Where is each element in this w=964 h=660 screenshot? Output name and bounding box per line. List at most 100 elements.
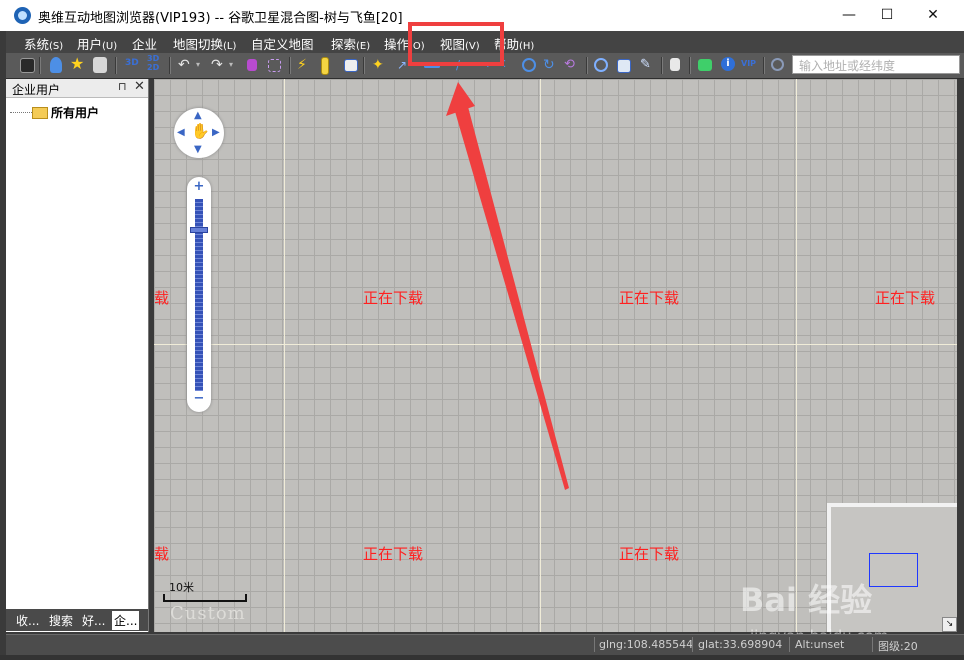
- search-icon[interactable]: [771, 58, 784, 71]
- tile-loading-text: 正在下载: [619, 545, 680, 563]
- hand-icon: ✋: [191, 122, 210, 140]
- tile-boundary: [154, 344, 957, 345]
- panel-tab-strip: 收... 搜索 好... 企...: [6, 609, 148, 631]
- window-title: 奥维互动地图浏览器(VIP193) -- 谷歌卫星混合图-树与飞鱼[20]: [38, 11, 403, 26]
- redo-dropdown-icon[interactable]: ▾: [229, 57, 237, 73]
- menu-enterprise[interactable]: 企业: [132, 34, 157, 53]
- delete-icon[interactable]: [247, 59, 257, 71]
- status-bar: glng:108.485544 glat:33.698904 Alt:unset…: [6, 634, 964, 655]
- tree-item-all-users[interactable]: 所有用户: [10, 104, 99, 121]
- magic-wand-icon[interactable]: ⚡: [297, 57, 313, 73]
- save-icon[interactable]: [20, 58, 35, 73]
- enterprise-users-panel: 企业用户 ⊓ ✕ 所有用户 收... 搜索 好... 企...: [6, 79, 149, 632]
- draw-circle-icon[interactable]: [522, 58, 536, 72]
- zoom-slider-thumb[interactable]: [190, 226, 208, 233]
- status-longitude: glng:108.485544: [599, 638, 694, 651]
- binoculars-icon[interactable]: [93, 57, 107, 73]
- status-altitude: Alt:unset: [795, 638, 845, 651]
- status-divider: [872, 637, 873, 652]
- tile-boundary: [540, 79, 541, 632]
- pin-icon[interactable]: ⊓: [118, 80, 127, 93]
- globe-icon[interactable]: [594, 58, 608, 72]
- tab-friends[interactable]: 好...: [82, 612, 105, 629]
- maximize-button[interactable]: ☐: [864, 0, 910, 31]
- add-marker-icon[interactable]: ✦: [372, 57, 388, 73]
- screen-icon[interactable]: [344, 59, 358, 72]
- pan-up-icon[interactable]: ▲: [194, 110, 202, 121]
- tab-enterprise[interactable]: 企...: [112, 611, 140, 630]
- scale-bar: [163, 594, 247, 602]
- ruler-icon[interactable]: [321, 57, 329, 75]
- zoom-control: + −: [187, 177, 211, 412]
- pan-left-icon[interactable]: ◀: [177, 127, 185, 138]
- panel-close-icon[interactable]: ✕: [134, 79, 145, 94]
- status-zoom-level: 图级:20: [878, 640, 918, 653]
- panel-header: 企业用户 ⊓ ✕: [6, 79, 148, 98]
- map-canvas[interactable]: 载 正在下载 正在下载 正在下载 载 正在下载 正在下载 ▲ ▼ ◀ ▶ ✋ +…: [154, 79, 957, 632]
- user-icon[interactable]: [50, 57, 62, 73]
- undo-icon[interactable]: ↶: [178, 57, 194, 73]
- toolbar-separator: [763, 57, 765, 74]
- undo-dropdown-icon[interactable]: ▾: [196, 57, 204, 73]
- draw-grid-icon[interactable]: ⁚: [503, 57, 519, 73]
- menu-explore[interactable]: 探索(E): [331, 34, 370, 53]
- toolbar-separator: [169, 57, 171, 74]
- toolbar-separator: [39, 57, 41, 74]
- 3d-view-button[interactable]: 3D: [125, 58, 139, 68]
- document-icon[interactable]: [670, 58, 680, 71]
- address-search-input[interactable]: [797, 57, 961, 74]
- info-icon[interactable]: i: [721, 57, 735, 71]
- toolbar-separator: [689, 57, 691, 74]
- panel-title: 企业用户: [12, 83, 61, 97]
- tree-connector: [10, 112, 32, 113]
- zoom-in-button[interactable]: +: [187, 179, 211, 194]
- pan-right-icon[interactable]: ▶: [212, 127, 220, 138]
- map-image-icon[interactable]: [617, 59, 631, 73]
- tile-boundary: [284, 79, 285, 632]
- tab-search[interactable]: 搜索: [49, 612, 73, 629]
- map-type-label: Custom: [170, 603, 246, 624]
- status-latitude: glat:33.698904: [698, 638, 783, 651]
- layers-icon[interactable]: [698, 59, 712, 71]
- status-divider: [594, 637, 595, 652]
- pan-down-icon[interactable]: ▼: [194, 144, 202, 155]
- vip-button[interactable]: VIP: [741, 59, 756, 68]
- pan-control[interactable]: ▲ ▼ ◀ ▶ ✋: [174, 108, 224, 158]
- status-divider: [692, 637, 693, 652]
- tile-loading-text: 正在下载: [363, 545, 424, 563]
- 3d-2d-toggle-button[interactable]: 3D 2D: [147, 54, 159, 72]
- tab-favorites[interactable]: 收...: [16, 612, 39, 629]
- rotate-icon[interactable]: ↻: [543, 57, 559, 73]
- menu-map-switch[interactable]: 地图切换(L): [173, 34, 236, 53]
- toolbar-separator: [115, 57, 117, 74]
- scale-label: 10米: [169, 581, 194, 594]
- favorite-star-icon[interactable]: ★: [70, 56, 86, 72]
- toolbar-separator: [586, 57, 588, 74]
- window-bottom-border: [0, 655, 964, 660]
- close-window-button[interactable]: ✕: [910, 0, 956, 31]
- highlight-box: [408, 22, 504, 66]
- lasso-icon[interactable]: ⟲: [564, 57, 580, 73]
- status-divider: [789, 637, 790, 652]
- menu-custom-map[interactable]: 自定义地图: [251, 34, 314, 53]
- tile-loading-text: 正在下载: [875, 289, 936, 307]
- tree-item-label: 所有用户: [51, 106, 100, 120]
- folder-icon: [32, 106, 48, 119]
- tile-loading-text: 载: [154, 545, 170, 563]
- menu-user[interactable]: 用户(U): [77, 34, 117, 53]
- watermark-brand: Bai 经验: [740, 581, 873, 619]
- redo-icon[interactable]: ↷: [211, 57, 227, 73]
- tile-loading-text: 载: [154, 289, 170, 307]
- tile-loading-text: 正在下载: [363, 289, 424, 307]
- toolbar-separator: [363, 57, 365, 74]
- zoom-out-button[interactable]: −: [187, 391, 211, 406]
- menu-system[interactable]: 系统(S): [24, 34, 63, 53]
- edit-pen-icon[interactable]: ✎: [640, 57, 656, 73]
- tile-loading-text: 正在下载: [619, 289, 680, 307]
- app-logo-icon: [14, 7, 31, 24]
- select-rectangle-icon[interactable]: [268, 59, 281, 72]
- toolbar-separator: [661, 57, 663, 74]
- address-search-box[interactable]: [792, 55, 961, 74]
- toolbar-separator: [289, 57, 291, 74]
- tile-boundary: [796, 79, 797, 632]
